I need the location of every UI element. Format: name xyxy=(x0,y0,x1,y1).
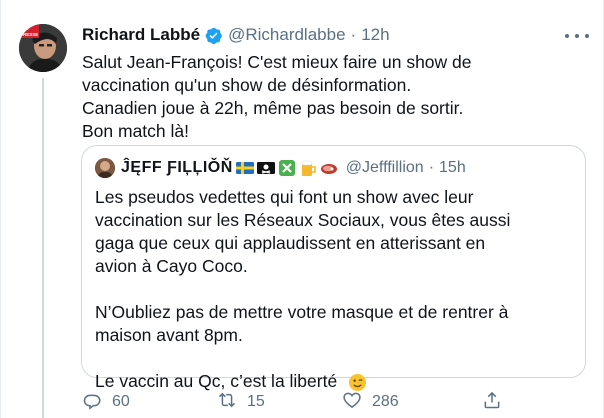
verified-badge-icon xyxy=(204,26,223,45)
tweet-actions: 60 15 286 xyxy=(82,390,522,414)
beer-icon xyxy=(299,159,317,177)
quoted-tweet-text: Les pseudos vedettes qui font un show av… xyxy=(95,186,575,393)
quoted-text-line: Le vaccin au Qc, c’est la liberté xyxy=(95,371,338,391)
quoted-author-avatar[interactable] xyxy=(95,158,115,178)
retweet-button[interactable]: 15 xyxy=(217,390,265,414)
cross-mark-icon xyxy=(278,159,296,177)
pirate-flag-icon xyxy=(256,159,275,177)
quoted-author-name[interactable]: ĴĘFF ƑIĻĻIǑŇ xyxy=(121,159,233,177)
sweden-flag-icon xyxy=(235,159,254,177)
reply-count: 60 xyxy=(112,393,130,410)
quoted-author-handle[interactable]: @Jefffillion xyxy=(346,159,424,177)
heart-icon xyxy=(342,390,362,415)
quoted-tweet-header: ĴĘFF ƑIĻĻIǑŇ @Jefffillion · 15h xyxy=(95,158,466,178)
quoted-text-line: N’Oubliez pas de mettre votre masque et … xyxy=(95,302,509,322)
tweet-text: Salut Jean-François! C'est mieux faire u… xyxy=(82,51,582,143)
quoted-text-line: vaccination sur les Réseaux Sociaux, vou… xyxy=(95,210,511,230)
tweet-header: Richard Labbé @Richardlabbe · 12h xyxy=(82,25,390,45)
retweet-count: 15 xyxy=(247,393,265,410)
quoted-tweet[interactable]: ĴĘFF ƑIĻĻIǑŇ @Jefffillion · 15h Les pseu… xyxy=(81,145,586,391)
tweet-text-line: vaccination qu'un show de désinformation… xyxy=(82,75,412,95)
quoted-tweet-timestamp[interactable]: 15h xyxy=(439,159,466,177)
tweet-timestamp[interactable]: 12h xyxy=(361,25,389,45)
left-border xyxy=(0,0,1,418)
share-button[interactable] xyxy=(482,390,502,414)
like-button[interactable]: 286 xyxy=(342,390,399,414)
reply-button[interactable]: 60 xyxy=(82,390,130,414)
tweet-text-line: Bon match là! xyxy=(82,121,189,141)
thread-line xyxy=(42,78,44,418)
quoted-text-line: maison avant 8pm. xyxy=(95,325,243,345)
like-count: 286 xyxy=(372,393,399,410)
avatar-badge-line-2: PRESSE xyxy=(20,32,38,37)
author-handle[interactable]: @Richardlabbe xyxy=(228,25,345,45)
quoted-text-line xyxy=(95,278,575,301)
author-name[interactable]: Richard Labbé xyxy=(82,25,200,45)
tweet-text-line: Canadien joue à 22h, même pas besoin de … xyxy=(82,98,464,118)
retweet-icon xyxy=(217,390,237,415)
separator-dot: · xyxy=(350,25,357,44)
quoted-text-line: Les pseudos vedettes qui font un show av… xyxy=(95,187,474,207)
reply-icon xyxy=(82,390,102,415)
quoted-text-line xyxy=(95,347,575,370)
quoted-text-line: avion à Cayo Coco. xyxy=(95,256,248,276)
steak-icon xyxy=(320,159,338,177)
tweet[interactable]: LA PRESSE Richard Labbé @Richardlabbe · … xyxy=(0,0,604,418)
more-options-icon[interactable] xyxy=(565,27,589,45)
quoted-separator-dot: · xyxy=(428,159,435,176)
tweet-text-line: Salut Jean-François! C'est mieux faire u… xyxy=(82,52,472,72)
author-avatar[interactable]: LA PRESSE xyxy=(19,24,67,72)
quoted-text-line: gaga que ceux qui applaudissent en atter… xyxy=(95,233,486,253)
share-icon xyxy=(482,390,502,415)
